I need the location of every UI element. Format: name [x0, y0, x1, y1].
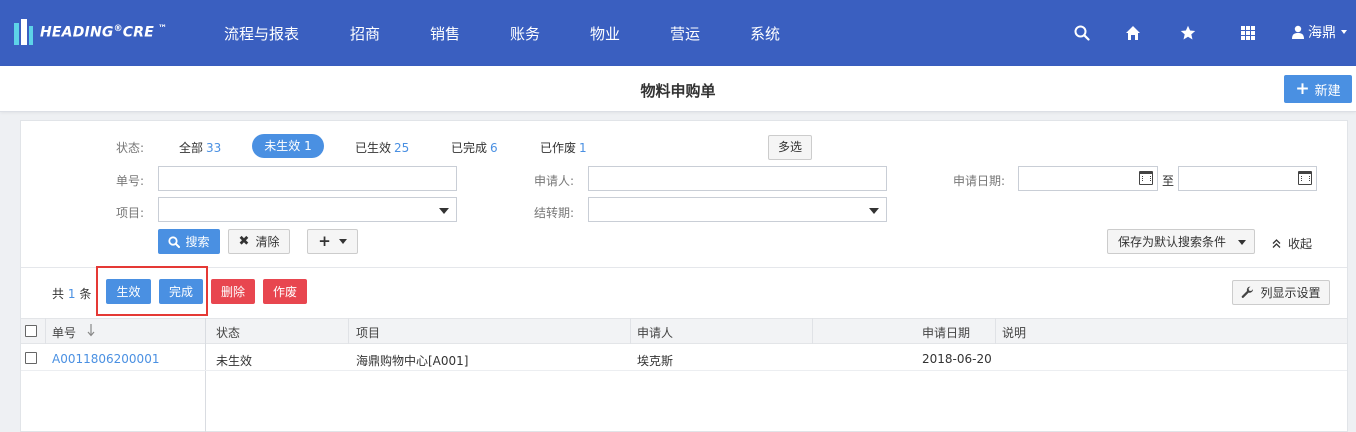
status-filter-all[interactable]: 全部 33 [179, 139, 221, 156]
dropdown-arrow-icon [439, 208, 449, 214]
wrench-icon [1242, 286, 1254, 298]
cell-project: 海鼎购物中心[A001] [356, 354, 469, 368]
project-select[interactable] [158, 197, 457, 222]
apply-date-label: 申请日期: [953, 174, 1006, 188]
nav-item-sales[interactable]: 销售 [430, 23, 460, 44]
number-label: 单号: [116, 174, 145, 188]
table-row-divider [21, 370, 1347, 371]
status-label: 状态: [116, 141, 145, 155]
column-settings-label: 列显示设置 [1260, 286, 1321, 300]
status-filter-void[interactable]: 已作废 1 [540, 139, 587, 156]
chevron-down-icon [1341, 30, 1347, 34]
nav-item-accounts[interactable]: 账务 [510, 23, 540, 44]
applicant-input[interactable] [588, 166, 887, 191]
clear-button[interactable]: ✖ 清除 [228, 229, 290, 254]
column-header-status[interactable]: 状态 [216, 324, 240, 341]
new-button-label: 新建 [1314, 83, 1341, 99]
calendar-icon[interactable] [1139, 171, 1153, 185]
logo-icon [12, 17, 36, 47]
date-to-label: 至 [1162, 174, 1175, 188]
add-condition-button[interactable]: + [307, 229, 358, 254]
apps-grid-icon[interactable] [1241, 26, 1255, 40]
sort-down-icon[interactable] [87, 323, 95, 337]
nav-item-property[interactable]: 物业 [590, 23, 620, 44]
period-label: 结转期: [534, 206, 575, 220]
delete-button[interactable]: 删除 [211, 279, 255, 304]
page-title-bar: 物料申购单 + 新建 [0, 66, 1356, 112]
nav-item-system[interactable]: 系统 [750, 23, 780, 44]
select-all-checkbox[interactable] [25, 325, 37, 337]
column-header-remark[interactable]: 说明 [1002, 324, 1026, 341]
collapse-toggle[interactable]: 收起 [1272, 235, 1312, 252]
apply-date-from-input[interactable] [1018, 166, 1158, 191]
cell-status: 未生效 [216, 354, 253, 368]
page-title: 物料申购单 [640, 82, 716, 100]
user-icon [1292, 25, 1304, 39]
search-button-label: 搜索 [185, 235, 210, 249]
column-separator [348, 318, 349, 344]
brand-logo[interactable]: HEADING®CRE ™ [12, 16, 167, 48]
cell-number-link[interactable]: A0011806200001 [52, 352, 159, 366]
column-separator [812, 318, 813, 344]
new-button[interactable]: + 新建 [1284, 75, 1352, 103]
apply-date-to-input[interactable] [1178, 166, 1317, 191]
logo-text: HEADING®CRE ™ [40, 23, 168, 41]
project-label: 项目: [116, 206, 145, 220]
column-separator [995, 318, 996, 344]
status-filter-effective[interactable]: 已生效 25 [355, 139, 409, 156]
star-icon[interactable] [1180, 25, 1196, 41]
cell-apply-date: 2018-06-20 [922, 352, 992, 366]
period-select[interactable] [588, 197, 887, 222]
number-input[interactable] [158, 166, 457, 191]
total-count: 共 1 条 [52, 287, 92, 301]
double-chevron-up-icon [1272, 239, 1281, 248]
top-nav-bar: HEADING®CRE ™ 流程与报表 招商 销售 账务 物业 营运 系统 海鼎 [0, 0, 1356, 66]
column-settings-button[interactable]: 列显示设置 [1232, 280, 1330, 305]
collapse-label: 收起 [1288, 237, 1313, 251]
highlight-box [96, 266, 208, 316]
nav-item-operations[interactable]: 营运 [670, 23, 700, 44]
save-default-search-button[interactable]: 保存为默认搜索条件 [1107, 229, 1255, 254]
nav-item-reports[interactable]: 流程与报表 [224, 23, 299, 44]
chevron-down-icon [1238, 240, 1246, 245]
status-filter-completed[interactable]: 已完成 6 [451, 139, 498, 156]
clear-button-label: 清除 [255, 235, 280, 249]
chevron-down-icon [338, 239, 347, 244]
column-header-number[interactable]: 单号 [52, 324, 76, 341]
column-header-project[interactable]: 项目 [356, 324, 380, 341]
save-default-label: 保存为默认搜索条件 [1118, 235, 1227, 249]
user-name: 海鼎 [1308, 25, 1336, 41]
divider [21, 267, 1347, 268]
home-icon[interactable] [1125, 25, 1141, 41]
frozen-column-separator [205, 318, 206, 432]
close-icon: ✖ [238, 234, 250, 249]
search-icon [168, 235, 181, 248]
multi-select-button[interactable]: 多选 [768, 135, 812, 160]
column-separator [45, 318, 46, 344]
column-separator [630, 318, 631, 344]
plus-icon: + [1295, 78, 1310, 99]
column-header-apply-date[interactable]: 申请日期 [922, 324, 970, 341]
search-icon[interactable] [1074, 25, 1090, 41]
void-button[interactable]: 作废 [263, 279, 307, 304]
nav-item-leasing[interactable]: 招商 [350, 23, 380, 44]
plus-icon: + [318, 232, 331, 250]
calendar-icon[interactable] [1298, 171, 1312, 185]
applicant-label: 申请人: [534, 174, 575, 188]
cell-applicant: 埃克斯 [637, 354, 674, 368]
dropdown-arrow-icon [869, 208, 879, 214]
status-filter-ineffective[interactable]: 未生效 1 [252, 134, 324, 158]
row-checkbox[interactable] [25, 352, 37, 364]
search-button[interactable]: 搜索 [158, 229, 220, 254]
user-menu[interactable]: 海鼎 [1291, 22, 1347, 42]
column-header-applicant[interactable]: 申请人 [637, 324, 673, 341]
